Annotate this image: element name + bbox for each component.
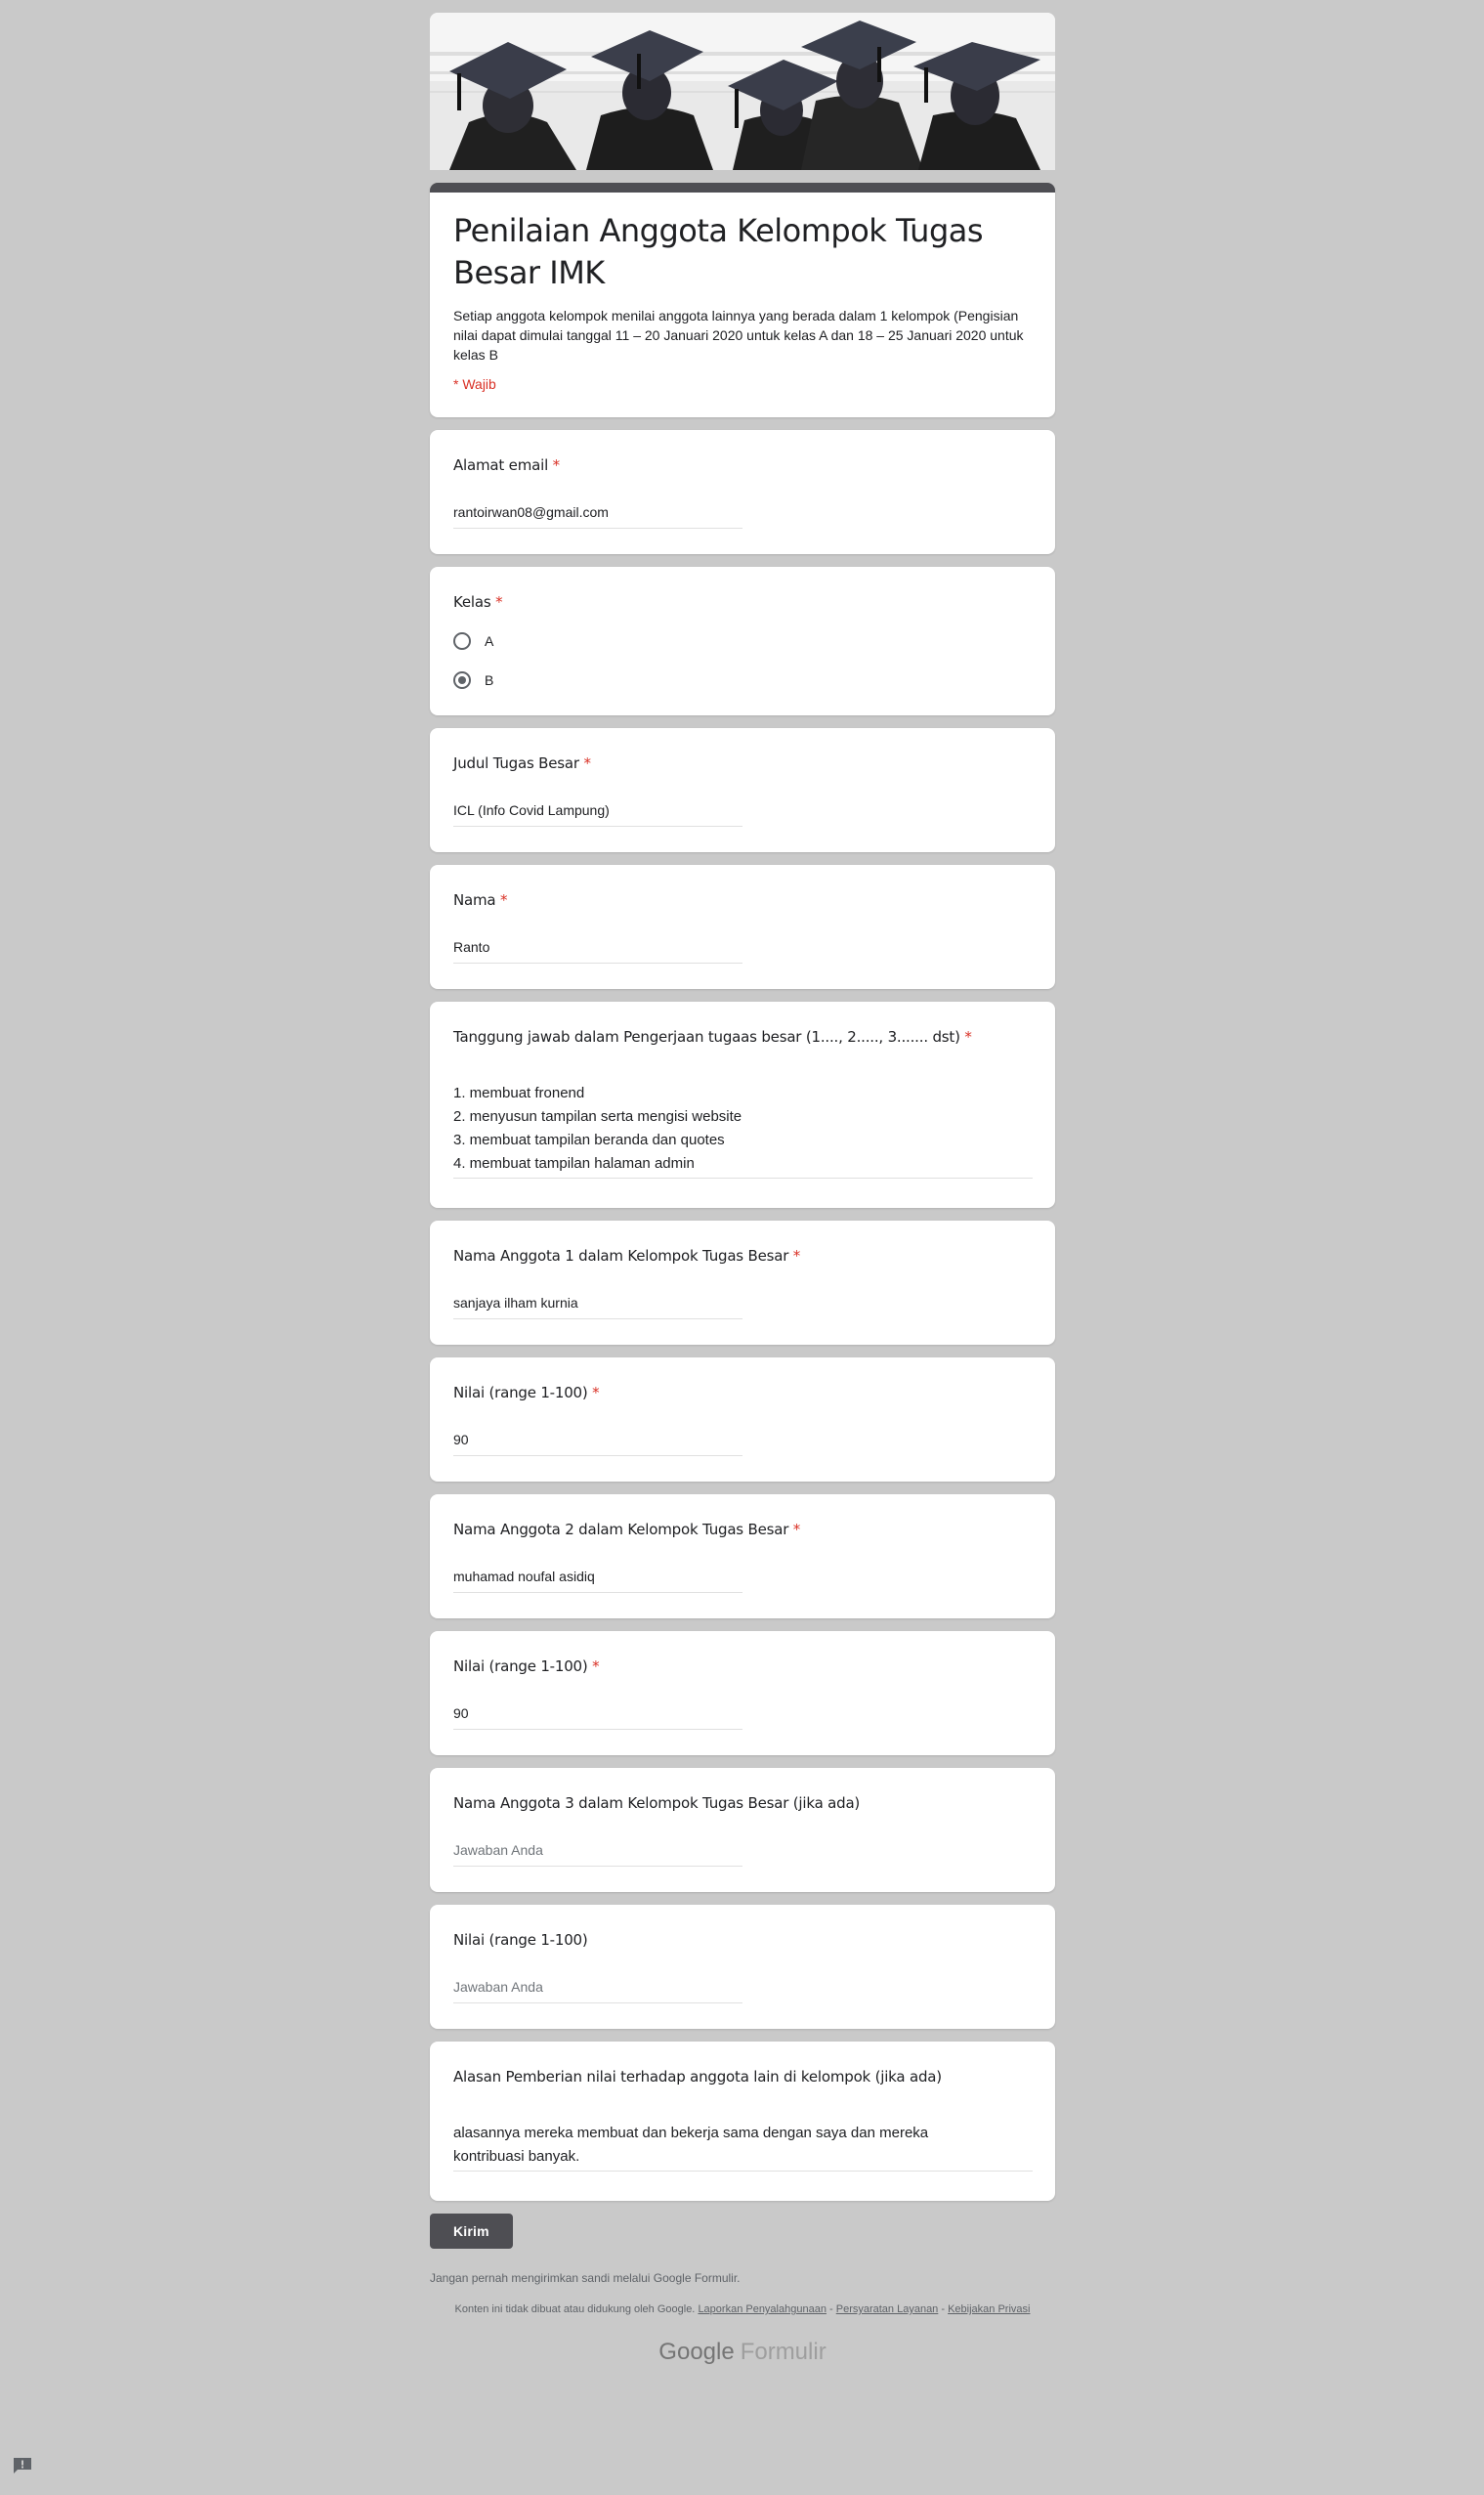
footer-separator: - <box>938 2303 949 2315</box>
header-image <box>430 13 1055 170</box>
anggota-1-field[interactable]: sanjaya ilham kurnia <box>453 1295 742 1319</box>
question-nilai-2: Nilai (range 1-100) * 90 <box>430 1631 1055 1755</box>
email-field[interactable]: rantoirwan08@gmail.com <box>453 504 742 529</box>
question-label: Nilai (range 1-100) <box>453 1931 588 1949</box>
form-description: Setiap anggota kelompok menilai anggota … <box>453 308 1024 363</box>
nilai-3-field[interactable]: Jawaban Anda <box>453 1979 742 2003</box>
question-label: Kelas <box>453 593 491 611</box>
textarea-line: 4. membuat tampilan halaman admin <box>453 1155 695 1172</box>
report-abuse-link[interactable]: Laporkan Penyalahgunaan <box>698 2303 827 2315</box>
footer-separator: - <box>826 2303 836 2315</box>
question-label: Nama <box>453 891 496 909</box>
question-nilai-3: Nilai (range 1-100) Jawaban Anda <box>430 1905 1055 2029</box>
textarea-line: 3. membuat tampilan beranda dan quotes <box>453 1132 725 1148</box>
submit-button[interactable]: Kirim <box>430 2214 513 2249</box>
question-label: Nilai (range 1-100) <box>453 1384 588 1401</box>
footer-disclaimer: Konten ini tidak dibuat atau didukung ol… <box>454 2303 696 2315</box>
required-star: * <box>792 1247 801 1265</box>
form-title-card: Penilaian Anggota Kelompok Tugas Besar I… <box>430 183 1055 417</box>
textarea-line: alasannya mereka membuat dan bekerja sam… <box>453 2125 929 2141</box>
question-tanggung-jawab: Tanggung jawab dalam Pengerjaan tugaas b… <box>430 1002 1055 1208</box>
nama-field[interactable]: Ranto <box>453 939 742 964</box>
question-label: Nilai (range 1-100) <box>453 1657 588 1675</box>
radio-label-a: A <box>485 633 494 649</box>
question-judul: Judul Tugas Besar * ICL (Info Covid Lamp… <box>430 728 1055 852</box>
radio-option-a[interactable]: A <box>453 629 1032 653</box>
question-kelas: Kelas * A B <box>430 567 1055 715</box>
question-label: Alasan Pemberian nilai terhadap anggota … <box>453 2068 942 2086</box>
required-star: * <box>552 456 561 474</box>
question-alasan: Alasan Pemberian nilai terhadap anggota … <box>430 2042 1055 2201</box>
privacy-link[interactable]: Kebijakan Privasi <box>948 2303 1030 2315</box>
radio-label-b: B <box>485 672 494 688</box>
report-feedback-icon[interactable] <box>12 2456 33 2475</box>
question-label: Alamat email <box>453 456 549 474</box>
question-label: Nama Anggota 2 dalam Kelompok Tugas Besa… <box>453 1521 789 1538</box>
question-label: Judul Tugas Besar <box>453 754 579 772</box>
required-note: * Wajib <box>453 376 496 392</box>
anggota-3-field[interactable]: Jawaban Anda <box>453 1842 742 1867</box>
required-star: * <box>583 754 591 772</box>
brand-google: Google <box>658 2339 735 2365</box>
question-nilai-1: Nilai (range 1-100) * 90 <box>430 1357 1055 1482</box>
question-label: Nama Anggota 1 dalam Kelompok Tugas Besa… <box>453 1247 789 1265</box>
radio-button-b-selected[interactable] <box>453 671 471 689</box>
google-forms-logo[interactable]: Google Formulir <box>430 2339 1055 2366</box>
question-anggota-2: Nama Anggota 2 dalam Kelompok Tugas Besa… <box>430 1494 1055 1618</box>
textarea-line: 1. membuat fronend <box>453 1085 585 1101</box>
radio-option-b[interactable]: B <box>453 668 1032 692</box>
required-star: * <box>964 1028 972 1046</box>
question-anggota-1: Nama Anggota 1 dalam Kelompok Tugas Besa… <box>430 1221 1055 1345</box>
brand-forms: Formulir <box>740 2339 827 2365</box>
nilai-2-field[interactable]: 90 <box>453 1705 742 1730</box>
password-warning: Jangan pernah mengirimkan sandi melalui … <box>430 2271 741 2285</box>
nilai-1-field[interactable]: 90 <box>453 1432 742 1456</box>
required-star: * <box>592 1384 600 1401</box>
alasan-textarea[interactable]: alasannya mereka membuat dan bekerja sam… <box>453 2122 1033 2172</box>
required-star: * <box>792 1521 801 1538</box>
required-star: * <box>500 891 508 909</box>
question-label: Nama Anggota 3 dalam Kelompok Tugas Besa… <box>453 1794 861 1812</box>
form-title: Penilaian Anggota Kelompok Tugas Besar I… <box>453 212 984 291</box>
terms-link[interactable]: Persyaratan Layanan <box>836 2303 939 2315</box>
form-container: Penilaian Anggota Kelompok Tugas Besar I… <box>430 13 1055 2366</box>
textarea-line: kontribuasi banyak. <box>453 2148 580 2165</box>
required-star: * <box>495 593 503 611</box>
question-label: Tanggung jawab dalam Pengerjaan tugaas b… <box>453 1028 960 1046</box>
anggota-2-field[interactable]: muhamad noufal asidiq <box>453 1569 742 1593</box>
question-email: Alamat email * rantoirwan08@gmail.com <box>430 430 1055 554</box>
tanggung-jawab-textarea[interactable]: 1. membuat fronend 2. menyusun tampilan … <box>453 1082 1033 1179</box>
question-anggota-3: Nama Anggota 3 dalam Kelompok Tugas Besa… <box>430 1768 1055 1892</box>
footer-note: Konten ini tidak dibuat atau didukung ol… <box>430 2302 1055 2317</box>
judul-field[interactable]: ICL (Info Covid Lampung) <box>453 802 742 827</box>
radio-button-a[interactable] <box>453 632 471 650</box>
textarea-line: 2. menyusun tampilan serta mengisi websi… <box>453 1108 742 1125</box>
question-nama: Nama * Ranto <box>430 865 1055 989</box>
required-star: * <box>592 1657 600 1675</box>
